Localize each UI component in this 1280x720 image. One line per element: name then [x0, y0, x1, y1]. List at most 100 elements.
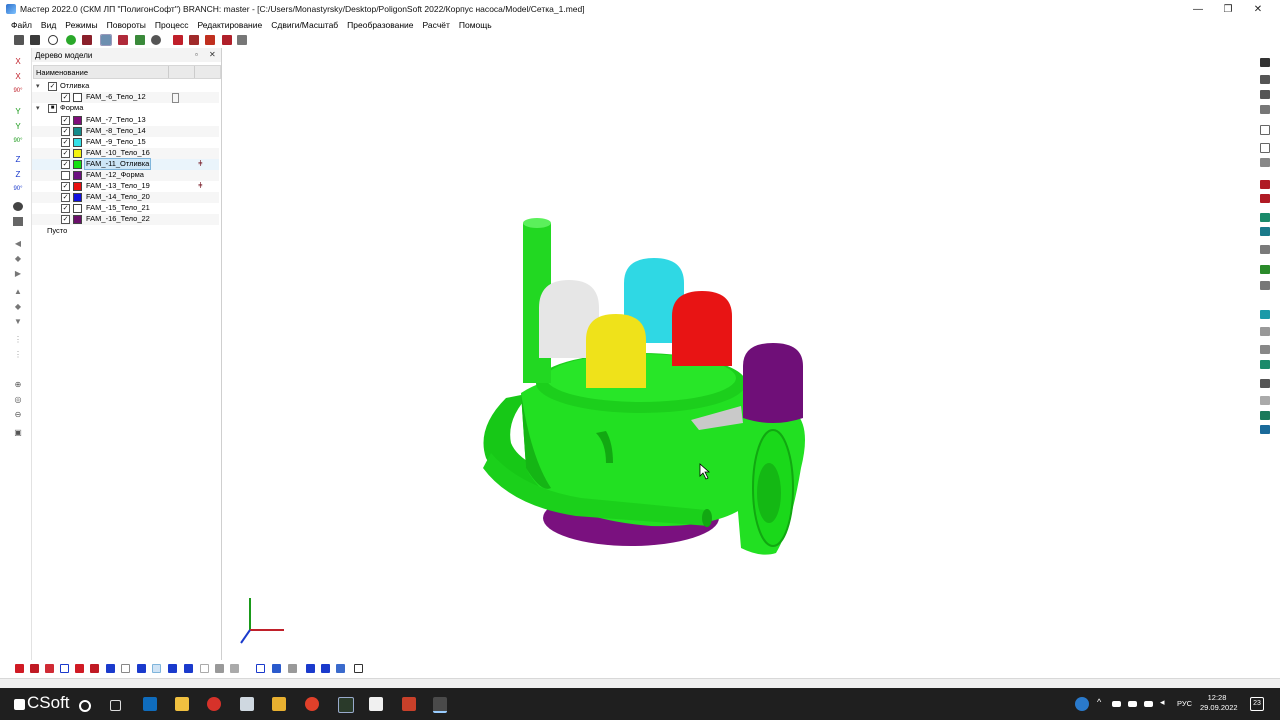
menu-shift-scale[interactable]: Сдвиги/Масштаб	[271, 19, 338, 32]
menu-editing[interactable]: Редактирование	[197, 19, 262, 32]
notifications-badge[interactable]: 23	[1250, 697, 1264, 711]
visibility-marker-icon[interactable]	[172, 93, 179, 103]
rotate-z-icon[interactable]: Z	[13, 155, 23, 164]
box-tool-icon[interactable]	[1260, 125, 1270, 135]
cut-icon[interactable]	[173, 35, 183, 45]
nodes-icon[interactable]	[215, 664, 224, 673]
mesh-edit-icon[interactable]	[1260, 227, 1270, 236]
task-view-icon[interactable]	[110, 700, 121, 711]
pan-vertical-icon[interactable]: ◆	[13, 302, 23, 311]
cloud-icon[interactable]	[1112, 701, 1121, 707]
yellow-riser[interactable]	[586, 314, 646, 388]
probe-marker-icon[interactable]: ǂ	[198, 181, 203, 191]
rotate-x-back-icon[interactable]: X	[13, 72, 23, 81]
start-windows-icon[interactable]	[14, 699, 25, 710]
menu-view[interactable]: Вид	[41, 19, 56, 32]
tree-checkbox[interactable]: ✓	[61, 149, 70, 158]
tree-item[interactable]: ✓ FAM_-7_Тело_13	[32, 115, 219, 126]
tree-checkbox[interactable]: ✓	[61, 160, 70, 169]
anchor-icon[interactable]	[189, 35, 199, 45]
pump-casing-model[interactable]	[483, 218, 805, 555]
tree-toggle-icon[interactable]	[100, 34, 112, 46]
master-app-icon[interactable]	[433, 697, 447, 713]
powerpoint-icon[interactable]	[402, 697, 416, 711]
probe-icon[interactable]	[237, 35, 247, 45]
magnet-icon[interactable]	[1260, 180, 1270, 189]
menu-rotations[interactable]: Повороты	[107, 19, 146, 32]
clip-icon[interactable]	[1260, 345, 1270, 354]
tree-item[interactable]: ✓ FAM_-15_Тело_21	[32, 203, 219, 214]
table-icon[interactable]	[1260, 411, 1270, 420]
tree-item[interactable]: ✓ FAM_-14_Тело_20	[32, 192, 219, 203]
rotate-z-back-icon[interactable]: Z	[13, 170, 23, 179]
color-swatch[interactable]	[73, 138, 82, 147]
rotate-y-back-icon[interactable]: Y	[13, 122, 23, 131]
list-tool-icon[interactable]	[1260, 158, 1270, 167]
pan-down-icon[interactable]: ▼	[13, 317, 23, 326]
tree-group-casting[interactable]: ▾ ✓ Отливка	[32, 81, 219, 92]
pan-right-icon[interactable]: ▶	[13, 269, 23, 278]
expand-arrow-icon[interactable]: ▾	[36, 104, 40, 112]
rotate-y-icon[interactable]: Y	[13, 107, 23, 116]
clock[interactable]: 12:28 29.09.2022	[1200, 693, 1238, 713]
settings-icon[interactable]	[151, 35, 161, 45]
pan-horizontal-icon[interactable]: ◆	[13, 254, 23, 263]
zoom-out-icon[interactable]: ⊖	[13, 410, 23, 419]
color-swatch[interactable]	[73, 182, 82, 191]
cube-explode-icon[interactable]	[336, 664, 345, 673]
cells-icon[interactable]	[230, 664, 239, 673]
grid-view-icon[interactable]	[1260, 425, 1270, 434]
surface-icon[interactable]	[184, 664, 193, 673]
open-file-icon[interactable]	[14, 35, 24, 45]
zoom-in-icon[interactable]: ⊕	[13, 380, 23, 389]
layout-icon[interactable]	[135, 35, 145, 45]
tree-item[interactable]: ✓ FAM_-16_Тело_22	[32, 214, 219, 225]
tree-checkbox[interactable]: ✓	[61, 138, 70, 147]
cube-split-icon[interactable]	[321, 664, 330, 673]
battery-icon[interactable]	[1144, 701, 1153, 707]
edges-icon[interactable]	[168, 664, 177, 673]
color-swatch[interactable]	[73, 93, 82, 102]
menu-transform[interactable]: Преобразование	[347, 19, 413, 32]
app-icon-6[interactable]	[272, 697, 286, 711]
info-icon[interactable]	[48, 35, 58, 45]
color-swatch[interactable]	[73, 171, 82, 180]
view-left-icon[interactable]	[45, 664, 54, 673]
axis-toggle-icon[interactable]	[272, 664, 281, 673]
grid-icon[interactable]	[118, 35, 128, 45]
tree-item-selected[interactable]: ✓ FAM_-11_Отливка ǂ	[32, 158, 219, 170]
language-indicator[interactable]: РУС	[1177, 699, 1192, 708]
wireframe-icon[interactable]	[121, 664, 130, 673]
cube-blue-icon[interactable]	[306, 664, 315, 673]
tree-item[interactable]: ✓ FAM_-10_Тело_16	[32, 148, 219, 159]
probe-marker-icon[interactable]: ǂ	[198, 159, 203, 169]
app-icon-5[interactable]	[240, 697, 254, 711]
view-right-icon[interactable]	[60, 664, 69, 673]
app-icon-8[interactable]	[338, 697, 354, 713]
expand-arrow-icon[interactable]: ▾	[36, 82, 40, 90]
rotate-x-icon[interactable]: X	[13, 57, 23, 66]
color-swatch[interactable]	[73, 160, 82, 169]
select-tool-icon[interactable]	[1260, 75, 1270, 84]
tree-checkbox[interactable]: ✓	[61, 215, 70, 224]
color-swatch[interactable]	[73, 204, 82, 213]
rotate-tool-icon[interactable]	[1260, 105, 1270, 114]
view-front-icon[interactable]	[15, 664, 24, 673]
color-swatch[interactable]	[73, 215, 82, 224]
cube-red-icon[interactable]	[1260, 194, 1270, 203]
view-iso-icon[interactable]	[106, 664, 115, 673]
outline-icon[interactable]	[200, 664, 209, 673]
file-explorer-icon[interactable]	[175, 697, 189, 711]
orbit-icon[interactable]	[13, 202, 23, 211]
close-button[interactable]: ✕	[1243, 2, 1273, 17]
shaded-icon[interactable]	[137, 664, 146, 673]
red-riser[interactable]	[672, 291, 732, 366]
chrome-icon[interactable]	[305, 697, 319, 711]
tree-item[interactable]: ✓ FAM_-8_Тело_14	[32, 126, 219, 137]
filter-icon[interactable]	[1260, 379, 1270, 388]
color-swatch[interactable]	[73, 116, 82, 125]
menu-file[interactable]: Файл	[11, 19, 32, 32]
mesh-view-icon[interactable]	[1260, 213, 1270, 222]
tree-checkbox[interactable]: ✓	[48, 82, 57, 91]
menu-calculation[interactable]: Расчёт	[423, 19, 450, 32]
